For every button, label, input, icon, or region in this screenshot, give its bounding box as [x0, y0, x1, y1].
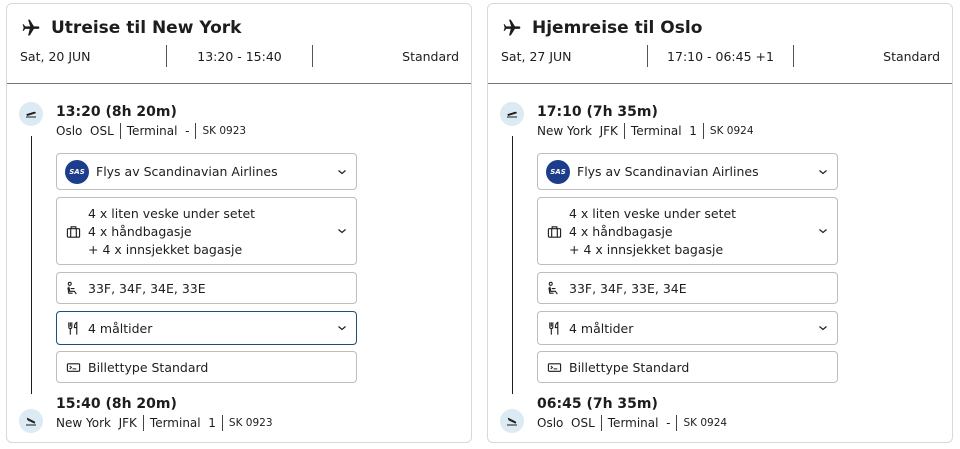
inbound-times: 17:10 - 06:45 +1: [646, 45, 795, 67]
meals-label: 4 måltider: [88, 320, 153, 336]
chevron-down-icon: [819, 229, 827, 234]
outbound-arrival-time: 15:40 (8h 20m): [56, 396, 177, 412]
luggage-icon: [65, 223, 81, 239]
seat-icon: [546, 280, 562, 296]
chevron-down-icon: [819, 169, 827, 174]
chevron-down-icon: [819, 326, 827, 331]
airline-dropdown[interactable]: SAS Flys av Scandinavian Airlines: [537, 153, 838, 190]
inbound-departure-info: New York JFK Terminal 1 SK 0924: [537, 123, 760, 139]
takeoff-icon: [19, 102, 43, 126]
baggage-dropdown[interactable]: 4 x liten veske under setet 4 x håndbaga…: [537, 197, 838, 265]
ticket-icon: [546, 359, 562, 375]
inbound-arrival-info: Oslo OSL Terminal - SK 0924: [537, 415, 733, 431]
arrival-terminal: Terminal 1: [142, 415, 222, 431]
inbound-title-text: Hjemreise til Oslo: [532, 18, 703, 38]
outbound-times: 13:20 - 15:40: [165, 45, 314, 67]
baggage-line: + 4 x innsjekket bagasje: [88, 241, 243, 257]
seats-row[interactable]: 33F, 34F, 34E, 33E: [56, 272, 357, 304]
departure-flight-number: SK 0924: [702, 123, 760, 139]
baggage-line: 4 x håndbagasje: [88, 223, 192, 239]
airline-dropdown[interactable]: SAS Flys av Scandinavian Airlines: [56, 153, 357, 190]
landing-icon: [19, 409, 43, 433]
sas-logo: SAS: [65, 159, 89, 184]
seats-row[interactable]: 33F, 34F, 33E, 34E: [537, 272, 838, 304]
inbound-departure-time: 17:10 (7h 35m): [537, 104, 658, 120]
seat-icon: [65, 280, 81, 296]
inbound-fare: Standard: [883, 48, 941, 64]
cutlery-icon: [65, 320, 81, 336]
arrival-city: Oslo OSL: [537, 416, 595, 430]
divider: [488, 83, 952, 84]
ticket-type-row[interactable]: Billettype Standard: [56, 351, 357, 383]
arrival-city: New York JFK: [56, 416, 137, 430]
inbound-card: Hjemreise til Oslo Sat, 27 JUN 17:10 - 0…: [487, 3, 953, 443]
outbound-departure-info: Oslo OSL Terminal - SK 0923: [56, 123, 252, 139]
inbound-date: Sat, 27 JUN: [501, 48, 572, 64]
timeline-line: [31, 136, 32, 394]
seats-label: 33F, 34F, 33E, 34E: [569, 280, 687, 296]
outbound-title-text: Utreise til New York: [51, 18, 242, 38]
baggage-line: 4 x liten veske under setet: [569, 205, 737, 221]
seats-label: 33F, 34F, 34E, 33E: [88, 280, 206, 296]
departure-terminal: Terminal -: [119, 123, 196, 139]
inbound-title: Hjemreise til Oslo: [502, 18, 702, 38]
outbound-title: Utreise til New York: [21, 18, 241, 38]
airplane-icon: [22, 19, 40, 36]
chevron-down-icon: [338, 169, 346, 174]
baggage-dropdown[interactable]: 4 x liten veske under setet 4 x håndbaga…: [56, 197, 357, 265]
airplane-icon: [503, 19, 521, 36]
baggage-line: + 4 x innsjekket bagasje: [569, 241, 724, 257]
arrival-flight-number: SK 0924: [676, 415, 733, 431]
timeline-line: [512, 136, 513, 394]
divider: [7, 83, 471, 84]
sas-logo: SAS: [546, 159, 570, 184]
departure-flight-number: SK 0923: [195, 123, 252, 139]
chevron-down-icon: [338, 326, 346, 331]
luggage-icon: [546, 223, 562, 239]
ticket-label: Billettype Standard: [88, 359, 209, 375]
meals-dropdown[interactable]: 4 måltider: [537, 311, 838, 345]
outbound-card: Utreise til New York Sat, 20 JUN 13:20 -…: [6, 3, 472, 443]
inbound-arrival-time: 06:45 (7h 35m): [537, 396, 658, 412]
arrival-terminal: Terminal -: [600, 415, 677, 431]
outbound-fare: Standard: [402, 48, 460, 64]
meals-label: 4 måltider: [569, 320, 634, 336]
takeoff-icon: [500, 102, 524, 126]
chevron-down-icon: [338, 229, 346, 234]
cutlery-icon: [546, 320, 562, 336]
landing-icon: [500, 409, 524, 433]
outbound-arrival-info: New York JFK Terminal 1 SK 0923: [56, 415, 279, 431]
baggage-line: 4 x håndbagasje: [569, 223, 673, 239]
departure-city: New York JFK: [537, 124, 618, 138]
arrival-flight-number: SK 0923: [221, 415, 279, 431]
baggage-line: 4 x liten veske under setet: [88, 205, 256, 221]
airline-label: Flys av Scandinavian Airlines: [577, 164, 759, 179]
outbound-date: Sat, 20 JUN: [20, 48, 91, 64]
outbound-departure-time: 13:20 (8h 20m): [56, 104, 177, 120]
departure-city: Oslo OSL: [56, 124, 114, 138]
ticket-icon: [65, 359, 81, 375]
inbound-summary: Sat, 27 JUN 17:10 - 06:45 +1 Standard: [501, 45, 940, 67]
ticket-label: Billettype Standard: [569, 359, 690, 375]
airline-label: Flys av Scandinavian Airlines: [96, 164, 278, 179]
outbound-summary: Sat, 20 JUN 13:20 - 15:40 Standard: [20, 45, 459, 67]
departure-terminal: Terminal 1: [623, 123, 703, 139]
ticket-type-row[interactable]: Billettype Standard: [537, 351, 838, 383]
meals-dropdown[interactable]: 4 måltider: [56, 311, 357, 345]
